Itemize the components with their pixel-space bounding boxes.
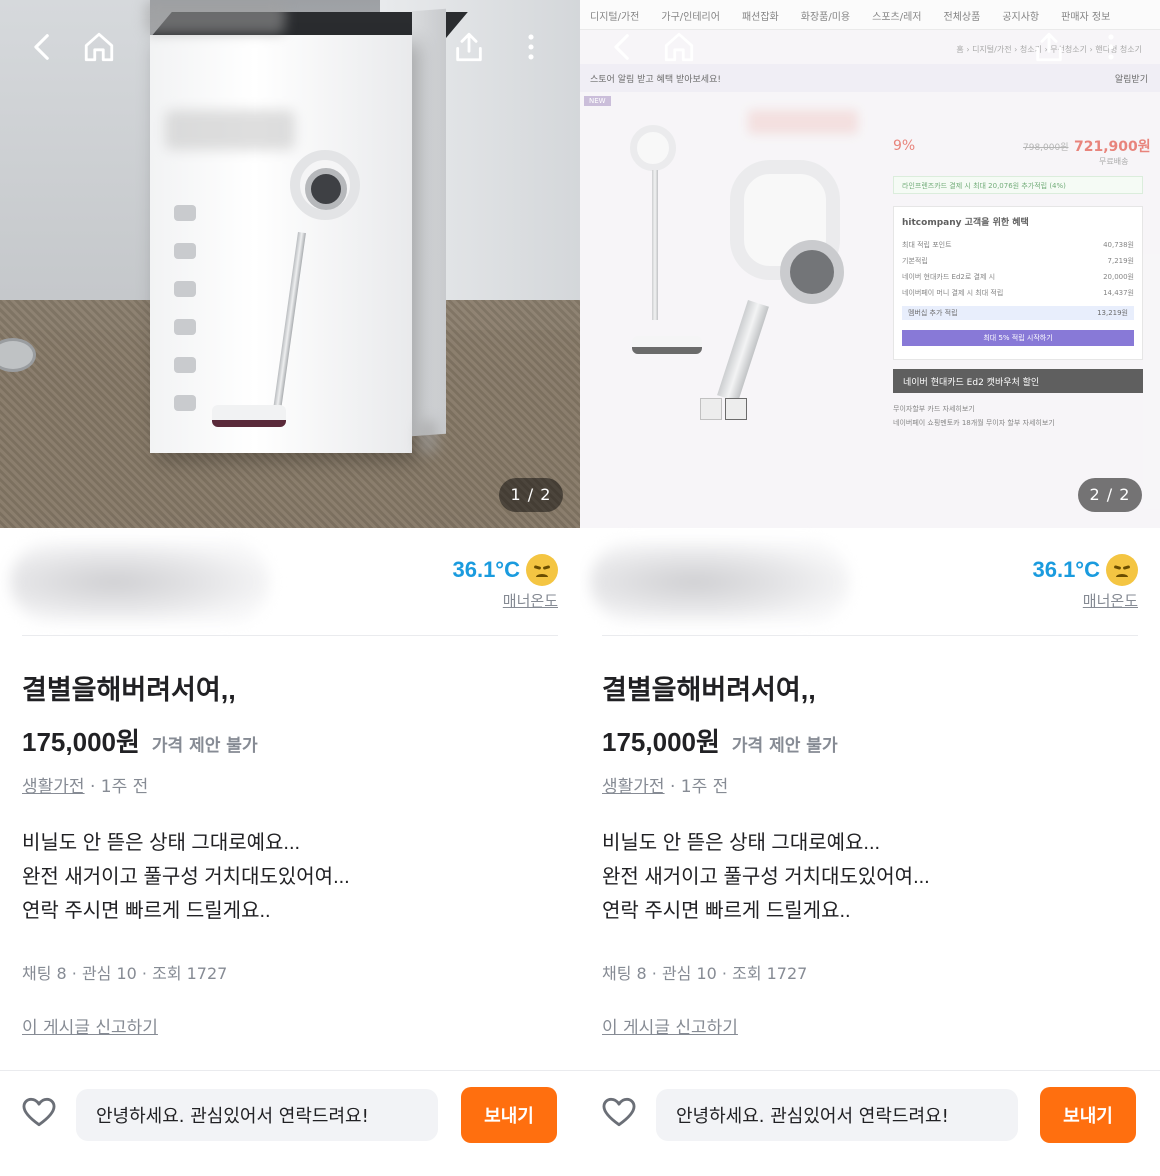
divider bbox=[602, 635, 1138, 636]
sad-face-icon bbox=[526, 554, 558, 586]
report-link[interactable]: 이 게시글 신고하기 bbox=[602, 1013, 738, 1038]
chat-bar: 보내기 bbox=[0, 1070, 580, 1176]
message-input[interactable] bbox=[656, 1089, 1018, 1141]
category-link[interactable]: 생활가전 bbox=[602, 777, 665, 797]
screen-1: 1 / 2 36.1°C 매너온도 결별을해버려서여,, 175,000원 가격… bbox=[0, 0, 580, 1176]
send-button[interactable]: 보내기 bbox=[1040, 1087, 1136, 1143]
report-link[interactable]: 이 게시글 신고하기 bbox=[22, 1013, 158, 1038]
chat-bar: 보내기 bbox=[580, 1070, 1160, 1176]
send-button[interactable]: 보내기 bbox=[461, 1087, 557, 1143]
home-button[interactable] bbox=[660, 28, 698, 66]
more-vertical-icon bbox=[528, 34, 534, 60]
price-row: 175,000원 가격 제안 불가 bbox=[602, 722, 838, 759]
meta-separator: · bbox=[84, 777, 101, 797]
top-bar bbox=[580, 0, 1160, 96]
home-icon bbox=[664, 32, 694, 62]
image-counter: 1 / 2 bbox=[499, 478, 563, 512]
share-button[interactable] bbox=[450, 28, 488, 66]
divider bbox=[22, 635, 558, 636]
manner-temperature-label[interactable]: 매너온도 bbox=[1083, 590, 1138, 611]
home-button[interactable] bbox=[80, 28, 118, 66]
listing-price: 175,000원 bbox=[22, 727, 140, 757]
back-arrow-icon bbox=[34, 34, 49, 60]
listing-title: 결별을해버려서여,, bbox=[602, 675, 816, 705]
listing-meta: 생활가전 · 1주 전 bbox=[22, 772, 148, 797]
share-button[interactable] bbox=[1030, 28, 1068, 66]
more-button[interactable] bbox=[512, 28, 550, 66]
top-bar bbox=[0, 0, 580, 96]
description-line: 연락 주시면 빠르게 드릴게요.. bbox=[22, 900, 271, 922]
seller-profile[interactable]: 36.1°C 매너온도 bbox=[580, 528, 1160, 636]
listing-meta: 생활가전 · 1주 전 bbox=[602, 772, 728, 797]
listing-stats: 채팅 8 · 관심 10 · 조회 1727 bbox=[602, 964, 808, 983]
screen-2: 디지털/가전 가구/인테리어 패션잡화 화장품/미용 스포츠/레저 전체상품 공… bbox=[580, 0, 1160, 1176]
manner-temperature-label[interactable]: 매너온도 bbox=[503, 590, 558, 611]
manner-temperature: 36.1°C bbox=[1032, 554, 1138, 586]
listing-description: 비닐도 안 뜯은 상태 그대로예요... 완전 새거이고 풀구성 거치대도있어여… bbox=[22, 826, 350, 928]
description-line: 연락 주시면 빠르게 드릴게요.. bbox=[602, 900, 851, 922]
blurred-area bbox=[418, 420, 438, 454]
heart-icon[interactable] bbox=[600, 1093, 638, 1131]
share-icon bbox=[456, 32, 482, 62]
home-icon bbox=[84, 32, 114, 62]
image-counter: 2 / 2 bbox=[1078, 478, 1142, 512]
more-vertical-icon bbox=[1108, 34, 1114, 60]
back-button[interactable] bbox=[604, 28, 642, 66]
more-button[interactable] bbox=[1092, 28, 1130, 66]
price-negotiation-note: 가격 제안 불가 bbox=[731, 736, 838, 756]
meta-separator: · bbox=[664, 777, 681, 797]
back-button[interactable] bbox=[24, 28, 62, 66]
category-link[interactable]: 생활가전 bbox=[22, 777, 85, 797]
description-line: 비닐도 안 뜯은 상태 그대로예요... bbox=[22, 832, 301, 854]
listing-title: 결별을해버려서여,, bbox=[22, 675, 236, 705]
description-line: 완전 새거이고 풀구성 거치대도있어여... bbox=[602, 866, 930, 888]
blurred-area bbox=[165, 110, 295, 150]
temperature-value: 36.1°C bbox=[452, 557, 520, 582]
price-row: 175,000원 가격 제안 불가 bbox=[22, 722, 258, 759]
listing-price: 175,000원 bbox=[602, 727, 720, 757]
heart-icon[interactable] bbox=[20, 1093, 58, 1131]
back-arrow-icon bbox=[614, 34, 629, 60]
blurred-seller-info bbox=[590, 542, 850, 622]
seller-profile[interactable]: 36.1°C 매너온도 bbox=[0, 528, 580, 636]
message-input[interactable] bbox=[76, 1089, 438, 1141]
blurred-seller-info bbox=[10, 542, 270, 622]
manner-temperature: 36.1°C bbox=[452, 554, 558, 586]
temperature-value: 36.1°C bbox=[1032, 557, 1100, 582]
vacuum-motor bbox=[305, 168, 347, 210]
description-line: 비닐도 안 뜯은 상태 그대로예요... bbox=[602, 832, 881, 854]
box-feature-icons bbox=[170, 205, 200, 433]
listing-description: 비닐도 안 뜯은 상태 그대로예요... 완전 새거이고 풀구성 거치대도있어여… bbox=[602, 826, 930, 928]
sad-face-icon bbox=[1106, 554, 1138, 586]
price-negotiation-note: 가격 제안 불가 bbox=[151, 736, 258, 756]
description-line: 완전 새거이고 풀구성 거치대도있어여... bbox=[22, 866, 350, 888]
posted-time: 1주 전 bbox=[100, 777, 149, 797]
posted-time: 1주 전 bbox=[680, 777, 729, 797]
share-icon bbox=[1036, 32, 1062, 62]
vacuum-head bbox=[212, 405, 286, 427]
listing-stats: 채팅 8 · 관심 10 · 조회 1727 bbox=[22, 964, 228, 983]
